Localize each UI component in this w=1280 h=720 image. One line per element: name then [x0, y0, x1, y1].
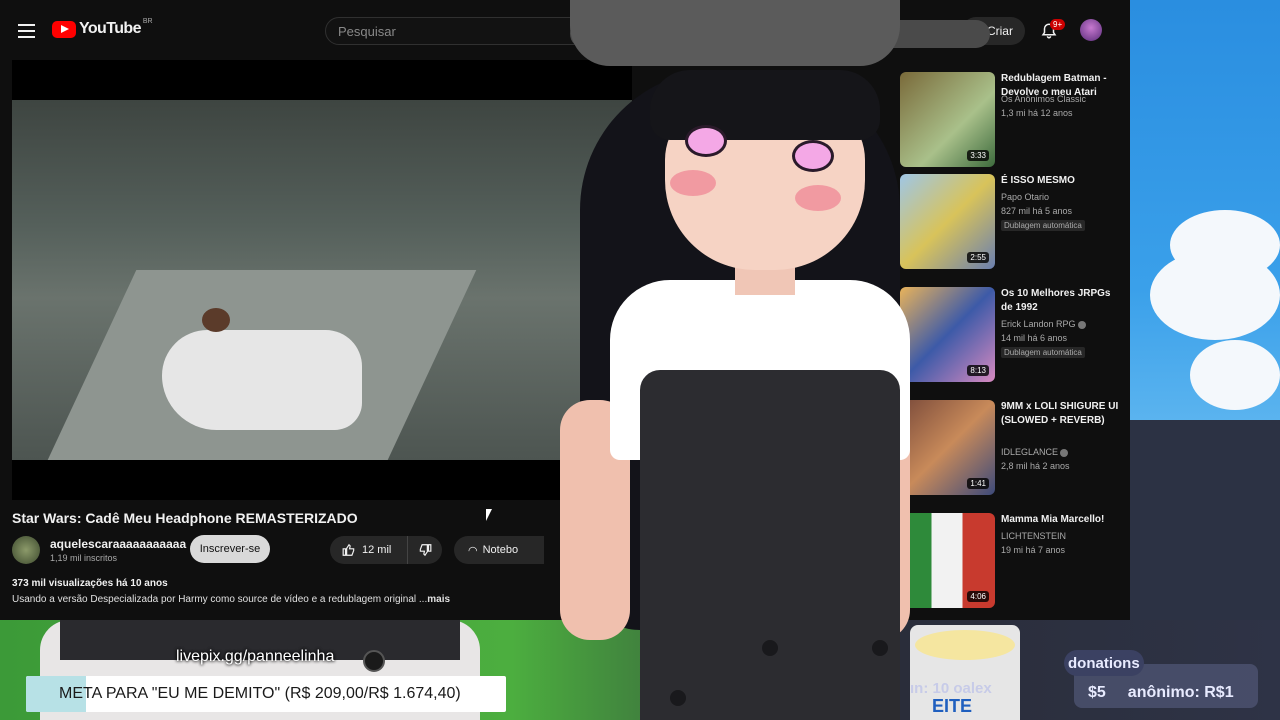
- vtuber-avatar: [520, 0, 990, 720]
- create-label: Criar: [986, 24, 1013, 38]
- dress-button: [670, 690, 686, 706]
- donation-entry: $5 anônimo: R$1: [1088, 684, 1234, 702]
- recommendation-title: 9MM x LOLI SHIGURE UI (SLOWED + REVERB): [1001, 401, 1119, 426]
- recommendation-stats: 2,8 mil há 2 anos: [1001, 461, 1070, 471]
- subscribe-button[interactable]: Inscrever-se: [190, 535, 270, 563]
- donation-name: anônimo: R$1: [1127, 684, 1234, 701]
- auto-dub-tag: Dublagem automática: [1001, 220, 1085, 231]
- recommendation-channel: IDLEGLANCE: [1001, 445, 1069, 459]
- recommendation-title: Os 10 Melhores JRPGs de 1992: [1001, 288, 1111, 313]
- recommendation-title: É ISSO MESMO: [1001, 175, 1075, 186]
- recommendation-channel: LICHTENSTEIN: [1001, 531, 1067, 541]
- video-figure: [162, 330, 362, 430]
- channel-subscribers: 1,19 mil inscritos: [50, 553, 118, 563]
- search-placeholder: Pesquisar: [338, 24, 396, 39]
- like-button[interactable]: 12 mil: [330, 536, 408, 564]
- stream-scene: YouTube BR Pesquisar + Criar 9+ Sta: [0, 0, 1280, 720]
- user-avatar[interactable]: [1080, 19, 1102, 41]
- recommendation-stats: 1,3 mi há 12 anos: [1001, 108, 1073, 118]
- avatar-right-eye: [792, 140, 834, 172]
- video-duration: 2:55: [967, 252, 989, 263]
- recommendation-stats: 827 mil há 5 anos: [1001, 206, 1073, 216]
- goal-text: META PARA "EU ME DEMITO" (R$ 209,00/R$ 1…: [59, 685, 461, 702]
- like-count: 12 mil: [362, 544, 392, 556]
- video-title: Star Wars: Cadê Meu Headphone REMASTERIZ…: [12, 510, 358, 526]
- bucket-label: EITE: [932, 696, 973, 716]
- hamburger-menu-icon[interactable]: [18, 24, 35, 38]
- video-duration: 4:06: [967, 591, 989, 602]
- avatar-blush: [795, 185, 841, 211]
- country-code: BR: [142, 17, 153, 25]
- avatar-left-eye: [685, 125, 727, 157]
- more-link[interactable]: mais: [427, 594, 450, 605]
- dislike-button[interactable]: [408, 536, 442, 564]
- logo-text: YouTube: [79, 20, 141, 37]
- avatar-dress: [640, 370, 900, 720]
- description-body: Usando a versão Despecializada por Harmy…: [12, 594, 428, 605]
- notification-badge: 9+: [1050, 19, 1066, 30]
- verified-icon: [1077, 320, 1086, 329]
- recommendation-channel: Erick Landon RPG: [1001, 317, 1086, 331]
- donation-amount: $5: [1088, 684, 1106, 701]
- dress-button: [872, 640, 888, 656]
- livepix-link: livepix.gg/panneelinha: [176, 648, 335, 665]
- bucket-contents: [915, 630, 1015, 660]
- notebook-icon: ◠: [468, 544, 478, 557]
- donation-ticker: ın: 10 oalex: [910, 680, 992, 697]
- video-figure-head: [202, 308, 230, 332]
- channel-avatar[interactable]: [12, 536, 40, 564]
- livepix-icon: [363, 650, 385, 672]
- avatar-hat: [570, 0, 900, 66]
- avatar-bangs: [650, 70, 880, 140]
- channel-name[interactable]: aquelescaraaaaaaaaaaa: [50, 537, 186, 551]
- recommendation-channel: Os Anônimos Classic: [1001, 94, 1087, 104]
- thumbs-down-icon: [419, 544, 432, 557]
- cloud: [1150, 250, 1280, 340]
- recommendation-stats: 14 mil há 6 anos: [1001, 333, 1068, 343]
- recommendation-channel: Papo Otario: [1001, 192, 1050, 202]
- like-dislike-group: 12 mil: [330, 536, 442, 564]
- channel-name: IDLEGLANCE: [1001, 447, 1059, 457]
- dress-button: [762, 640, 778, 656]
- youtube-logo[interactable]: YouTube BR: [52, 17, 153, 38]
- recommendation-stats: 19 mi há 7 anos: [1001, 545, 1066, 555]
- video-duration: 3:33: [967, 150, 989, 161]
- mouse-cursor-icon: [486, 509, 498, 521]
- auto-dub-tag: Dublagem automática: [1001, 347, 1085, 358]
- thumbs-up-icon: [342, 543, 355, 556]
- recommendation-title: Mamma Mia Marcello!: [1001, 514, 1105, 525]
- cloud: [1190, 340, 1280, 410]
- video-duration: 1:41: [967, 478, 989, 489]
- donations-label: donations: [1064, 650, 1144, 676]
- video-duration: 8:13: [967, 365, 989, 376]
- verified-icon: [1060, 448, 1069, 457]
- youtube-play-icon: [52, 20, 76, 38]
- notebook-label: Notebo: [482, 544, 519, 556]
- avatar-blush: [670, 170, 716, 196]
- channel-name: Erick Landon RPG: [1001, 319, 1076, 329]
- goal-progress-bar: META PARA "EU ME DEMITO" (R$ 209,00/R$ 1…: [26, 676, 506, 712]
